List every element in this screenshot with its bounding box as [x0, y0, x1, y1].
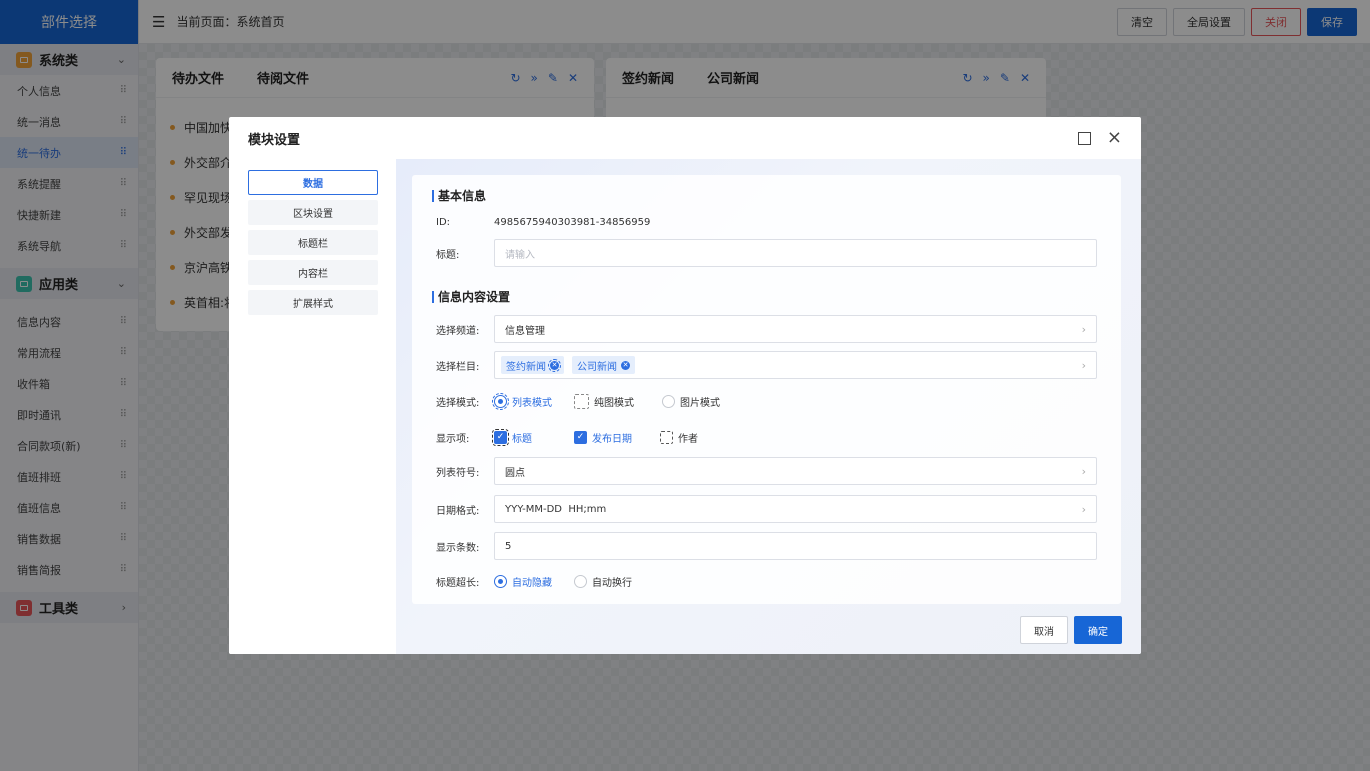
settings-menu: 数据 区块设置 标题栏 内容栏 扩展样式	[229, 159, 396, 654]
radio[interactable]	[662, 394, 675, 408]
section-basic: 基本信息	[432, 190, 486, 202]
menu-item-block[interactable]: 区块设置	[248, 200, 378, 225]
display-option-author[interactable]: 作者	[660, 430, 698, 445]
channel-select[interactable]: 信息管理 ›	[494, 315, 1097, 343]
id-value: 4985675940303981-34856959	[494, 216, 651, 228]
title-input[interactable]: 请输入	[494, 239, 1097, 267]
checkbox[interactable]: ✓	[492, 428, 509, 446]
radio[interactable]	[574, 574, 587, 588]
menu-item-titlebar[interactable]: 标题栏	[248, 230, 378, 255]
maximize-icon[interactable]	[1077, 131, 1091, 145]
overflow-option-hide[interactable]: 自动隐藏	[494, 574, 552, 589]
column-multiselect[interactable]: 签约新闻 ✕ 公司新闻 ✕ ›	[494, 351, 1097, 379]
confirm-button[interactable]: 确定	[1074, 616, 1122, 644]
menu-item-extend[interactable]: 扩展样式	[248, 290, 378, 315]
id-label: ID:	[436, 216, 451, 228]
display-label: 显示项:	[436, 433, 470, 445]
menu-item-content[interactable]: 内容栏	[248, 260, 378, 285]
checkbox[interactable]	[660, 430, 673, 444]
channel-label: 选择频道:	[436, 325, 480, 337]
date-format-select[interactable]: YYY-MM-DD HH;mm ›	[494, 495, 1097, 523]
chevron-right-icon: ›	[1081, 464, 1086, 478]
remove-tag-icon[interactable]: ✕	[621, 360, 630, 370]
chevron-right-icon: ›	[1081, 502, 1086, 516]
count-input[interactable]: 5	[494, 532, 1097, 560]
settings-content: 基本信息 ID: 4985675940303981-34856959 标题: 请…	[396, 159, 1141, 654]
menu-item-data[interactable]: 数据	[248, 170, 378, 195]
symbol-label: 列表符号:	[436, 467, 480, 479]
module-settings-dialog: 模块设置 ⨯ 数据 区块设置 标题栏 内容栏 扩展样式 基本信息 ID: 498…	[229, 117, 1141, 654]
column-tag: 签约新闻 ✕	[501, 356, 564, 374]
chevron-right-icon: ›	[1081, 358, 1086, 372]
mode-option-image[interactable]: 图片模式	[662, 394, 720, 409]
list-symbol-select[interactable]: 圆点 ›	[494, 457, 1097, 485]
radio[interactable]	[574, 393, 589, 409]
mode-label: 选择模式:	[436, 397, 480, 409]
mode-option-list[interactable]: 列表模式	[492, 392, 552, 410]
cancel-button[interactable]: 取消	[1020, 616, 1068, 644]
radio[interactable]	[492, 392, 509, 410]
section-content: 信息内容设置	[432, 291, 510, 303]
checkbox[interactable]: ✓	[574, 430, 587, 444]
mode-option-pure-image[interactable]: 纯图模式	[574, 393, 634, 409]
radio[interactable]	[494, 574, 507, 588]
close-icon[interactable]: ⨯	[1107, 129, 1122, 147]
title-label: 标题:	[436, 249, 460, 261]
column-tag: 公司新闻 ✕	[572, 356, 635, 374]
settings-panel: 基本信息 ID: 4985675940303981-34856959 标题: 请…	[412, 175, 1121, 604]
count-label: 显示条数:	[436, 542, 480, 554]
date-format-label: 日期格式:	[436, 505, 480, 517]
display-option-date[interactable]: ✓ 发布日期	[574, 430, 632, 445]
column-label: 选择栏目:	[436, 361, 480, 373]
overflow-option-wrap[interactable]: 自动换行	[574, 574, 632, 589]
remove-tag-icon[interactable]: ✕	[548, 358, 561, 372]
chevron-right-icon: ›	[1081, 322, 1086, 336]
overflow-label: 标题超长:	[436, 577, 480, 589]
dialog-title: 模块设置	[248, 132, 301, 148]
display-option-title[interactable]: ✓ 标题	[492, 428, 532, 446]
